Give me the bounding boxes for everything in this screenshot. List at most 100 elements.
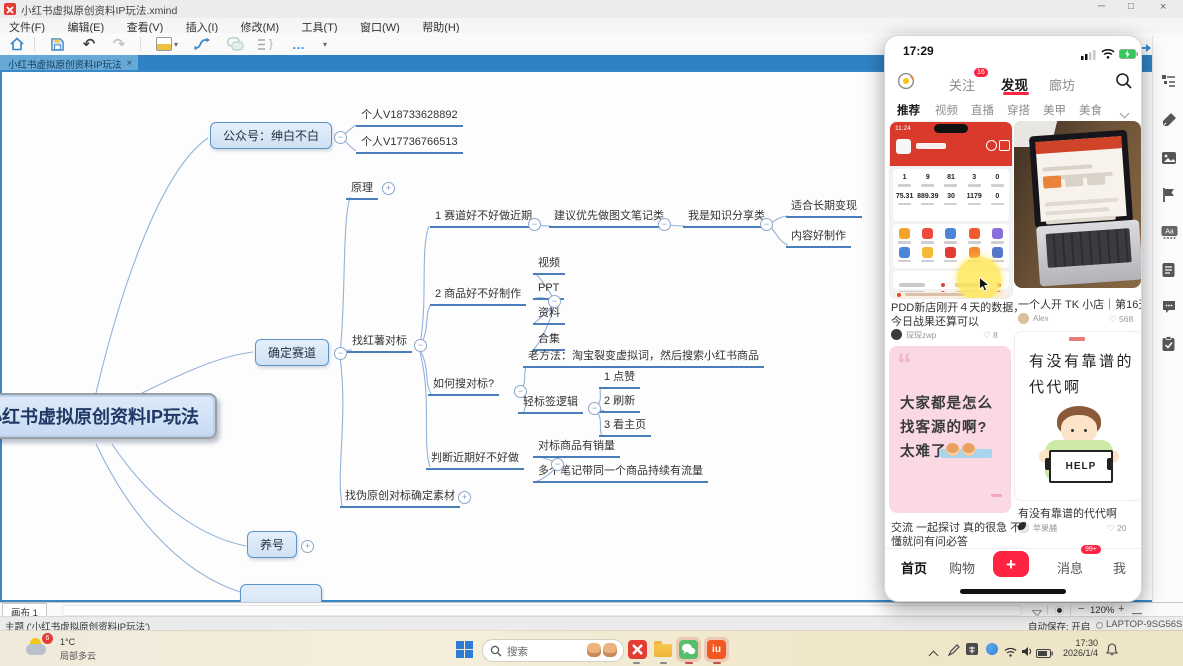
compose-button[interactable]: + [993, 551, 1029, 577]
topic-q3b[interactable]: 轻标签逻辑 [518, 393, 583, 414]
zoom-out-button[interactable]: − [1078, 603, 1084, 615]
card2-caption[interactable]: 一个人开 TK 小店｜第16天 [1018, 296, 1142, 312]
card4-caption[interactable]: 有没有靠谱的代代啊 [1018, 505, 1117, 521]
search-icon[interactable] [1115, 72, 1133, 95]
format-brush-icon[interactable] [1161, 112, 1177, 128]
tray-clock[interactable]: 17:30 2026/1/4 [1052, 638, 1098, 658]
topic-root[interactable]: 小红书虚拟原创资料IP玩法 [0, 393, 217, 439]
card2-likes[interactable]: ♡ 568 [1109, 314, 1133, 325]
home-button[interactable] [6, 34, 28, 54]
collapse-toggle[interactable]: − [334, 347, 347, 360]
tab-nearby[interactable]: 廊坊 [1049, 75, 1075, 94]
collapse-toggle[interactable]: − [658, 218, 671, 231]
expand-toggle[interactable]: + [301, 540, 314, 553]
topic-q3b1[interactable]: 1 点赞 [599, 368, 640, 389]
nav-me[interactable]: 我 [1113, 558, 1126, 577]
collapse-toggle[interactable]: − [760, 218, 773, 231]
cat-tab-outfit[interactable]: 穿搭 [1007, 102, 1030, 118]
nav-shop[interactable]: 购物 [949, 558, 975, 577]
redo-button[interactable]: ↷ [108, 34, 130, 54]
more-tools-button[interactable]: … [288, 34, 310, 54]
notes-icon[interactable] [1161, 262, 1177, 278]
topic-q1b[interactable]: 我是知识分享类 [683, 207, 770, 228]
nav-messages[interactable]: 消息 [1057, 558, 1083, 577]
maximize-button[interactable]: □ [1128, 1, 1134, 12]
taskbar-explorer-icon[interactable] [654, 641, 672, 658]
card1-author[interactable]: 琛琛zwp [906, 330, 936, 341]
topic-clipped[interactable] [240, 584, 322, 602]
task-clipboard-icon[interactable] [1161, 336, 1177, 352]
label-icon[interactable]: Aa [1161, 224, 1177, 240]
topic-q3[interactable]: 如何搜对标? [428, 375, 499, 396]
boundary-button[interactable] [224, 34, 246, 54]
horizontal-scrollbar[interactable] [62, 605, 1022, 616]
tray-pen-icon[interactable] [948, 643, 960, 661]
weather-widget[interactable]: 6 1°C 局部多云 [24, 635, 144, 665]
topic-q4a[interactable]: 对标商品有销量 [533, 437, 620, 458]
minimize-button[interactable]: ─ [1098, 1, 1105, 12]
collapse-toggle[interactable]: − [528, 218, 541, 231]
tray-wifi-icon[interactable] [1004, 644, 1017, 662]
tray-volume-icon[interactable] [1021, 644, 1033, 662]
collapse-toggle[interactable]: − [588, 402, 601, 415]
image-icon[interactable] [1161, 150, 1177, 166]
cat-tab-food[interactable]: 美食 [1079, 102, 1102, 118]
card4-author[interactable]: 苹果脯 [1033, 523, 1057, 534]
topic-ziliao[interactable]: 资料 [533, 304, 565, 325]
save-button[interactable] [46, 34, 68, 54]
topic-video[interactable]: 视频 [533, 254, 565, 275]
canvas-tab[interactable]: 画布 1 [2, 603, 47, 617]
tray-ime-icon[interactable] [966, 643, 978, 655]
topic-v1[interactable]: 个人V18733628892 [356, 106, 463, 127]
cat-tab-live[interactable]: 直播 [971, 102, 994, 118]
zoom-in-button[interactable]: + [1118, 603, 1124, 615]
topic-q2[interactable]: 2 商品好不好制作 [430, 285, 526, 306]
comment-icon[interactable] [1161, 299, 1177, 315]
topic-q3a[interactable]: 老方法：淘宝裂变虚拟词，然后搜索小红书商品 [523, 347, 764, 368]
topic-v2[interactable]: 个人V17736766513 [356, 133, 463, 154]
marker-flag-icon[interactable] [1161, 187, 1177, 203]
feed-card-tk-image[interactable] [1014, 121, 1141, 288]
topic-q1b2[interactable]: 内容好制作 [786, 227, 851, 248]
expand-toggle[interactable]: + [458, 491, 471, 504]
live-icon[interactable] [897, 72, 915, 95]
feed-card-pdd-image[interactable]: 11:24 1 9 81 3 0 75.31 889.39 30 [889, 121, 1013, 299]
cat-tabs-chevron-icon[interactable] [1121, 104, 1128, 122]
tab-close-icon[interactable]: × [126, 58, 132, 69]
topic-q3b2[interactable]: 2 刷新 [599, 392, 640, 413]
tray-battery-icon[interactable] [1036, 645, 1053, 663]
style-button[interactable]: ▾ [152, 34, 182, 54]
taskbar-iu-app-icon[interactable]: iu [707, 640, 726, 659]
tray-chevron-icon[interactable] [930, 646, 937, 664]
topic-q3b3[interactable]: 3 看主页 [599, 416, 651, 437]
card2-author[interactable]: Alex [1033, 314, 1049, 323]
expand-toggle[interactable]: + [382, 182, 395, 195]
close-button[interactable]: × [1160, 1, 1166, 13]
cat-tab-recommend[interactable]: 推荐 [897, 102, 920, 118]
collapse-toggle[interactable]: − [551, 458, 564, 471]
feed-card-help[interactable]: 有没有靠谱的 代代啊 HELP [1014, 331, 1142, 501]
cat-tab-nails[interactable]: 美甲 [1043, 102, 1066, 118]
card1-avatar[interactable] [891, 329, 902, 340]
tray-browser-icon[interactable] [986, 643, 998, 655]
summary-button[interactable]: } [254, 34, 276, 54]
taskbar-xmind-icon[interactable] [628, 640, 647, 659]
topic-q1b1[interactable]: 适合长期变现 [786, 197, 862, 218]
collapse-toggle[interactable]: − [414, 339, 427, 352]
topic-benchmark[interactable]: 找红薯对标 [347, 332, 412, 353]
toolbar-dropdown-arrow[interactable]: ▾ [314, 34, 336, 54]
taskbar-wechat-icon[interactable] [679, 640, 698, 659]
card4-likes[interactable]: ♡ 20 [1107, 523, 1126, 534]
card4-avatar[interactable] [1018, 522, 1029, 533]
topic-gongzhonghao[interactable]: 公众号：绅白不白 [210, 122, 332, 149]
start-button[interactable] [456, 641, 473, 658]
topic-nurture[interactable]: 养号 [247, 531, 297, 558]
card1-caption-line2[interactable]: 今日战果还算可以 [891, 313, 979, 329]
pointer-mode-icon[interactable] [1055, 606, 1064, 615]
card1-likes[interactable]: ♡ 8 [983, 330, 998, 341]
undo-button[interactable]: ↶ [78, 34, 100, 54]
document-tab[interactable]: 小红书虚拟原创资料IP玩法 × [0, 55, 138, 71]
topic-track[interactable]: 确定赛道 [255, 339, 329, 366]
card2-avatar[interactable] [1018, 313, 1029, 324]
topic-q4[interactable]: 判断近期好不好做 [426, 449, 524, 470]
